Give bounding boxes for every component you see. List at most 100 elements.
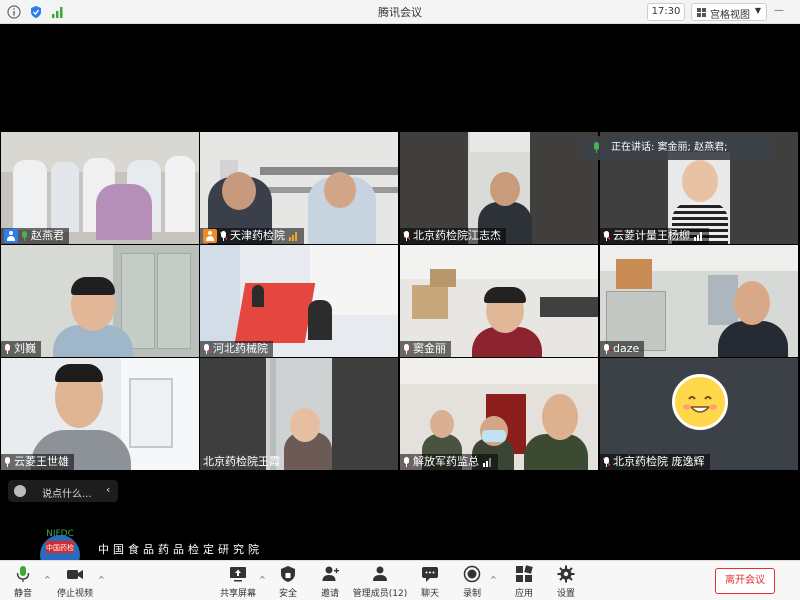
- stop-video-button[interactable]: 停止视频: [54, 561, 96, 600]
- share-screen-icon: [230, 567, 246, 582]
- logo-text: NIFDC: [46, 529, 74, 539]
- participant-name: 河北药械院: [213, 342, 268, 355]
- settings-label: 设置: [556, 589, 575, 599]
- participant-nameplate: 北京药检院 庞逸辉: [600, 454, 710, 470]
- participant-nameplate: 天津药检院: [200, 228, 304, 244]
- emoji-icon[interactable]: [14, 485, 26, 497]
- meeting-timer: 17:30: [647, 3, 685, 21]
- participant-name: 云菱计量王杨柳: [613, 229, 690, 242]
- microphone-muted-icon: [403, 344, 410, 354]
- video-tile[interactable]: 云菱王世雄: [1, 358, 199, 470]
- security-label: 安全: [278, 589, 297, 599]
- meeting-window: 腾讯会议 17:30 宫格视图 ▼ — 赵燕君 天津药检院 北京药检院江志杰 云…: [0, 0, 800, 600]
- participant-name: 北京药检院江志杰: [413, 229, 501, 242]
- participant-name: 刘巍: [14, 342, 36, 355]
- chevron-up-icon[interactable]: ^: [98, 575, 105, 584]
- chevron-up-icon[interactable]: ^: [259, 575, 266, 584]
- participant-name: 云菱王世雄: [14, 455, 69, 468]
- chat-bubble-icon: [422, 567, 438, 582]
- video-tile[interactable]: 刘巍: [1, 245, 199, 357]
- minimize-icon[interactable]: —: [774, 5, 784, 16]
- video-tile[interactable]: 解放军药监总: [400, 358, 598, 470]
- participant-nameplate: 云菱王世雄: [1, 454, 74, 470]
- apps-grid-icon: [516, 565, 533, 582]
- record-button[interactable]: 录制: [456, 561, 488, 600]
- microphone-muted-icon: [603, 231, 610, 241]
- chat-quick-input[interactable]: 说点什么... ‹: [8, 480, 118, 502]
- participant-nameplate: 窦金丽: [400, 341, 451, 357]
- host-icon: [4, 229, 18, 243]
- record-label: 录制: [462, 589, 481, 599]
- microphone-muted-icon: [203, 344, 210, 354]
- video-tile[interactable]: daze: [600, 245, 798, 357]
- shield-icon: [281, 566, 295, 582]
- microphone-muted-icon: [603, 457, 610, 467]
- mute-label: 静音: [13, 589, 32, 599]
- participant-nameplate: 赵燕君: [1, 228, 69, 244]
- cohost-icon: [203, 229, 217, 243]
- signal-strength-icon: [483, 457, 493, 467]
- meeting-toolbar: 静音 ^ 停止视频 ^ 共享屏幕 ^ 安全 邀请 管理成员(12) 聊天 录制 …: [0, 560, 800, 600]
- participant-name: 天津药检院: [230, 229, 285, 242]
- smiley-avatar-icon: [683, 396, 717, 413]
- apps-button[interactable]: 应用: [508, 561, 540, 600]
- participant-nameplate: 北京药检院王霞: [200, 454, 285, 470]
- view-label: 宫格视图: [710, 10, 750, 21]
- participant-name: 北京药检院王霞: [203, 455, 280, 468]
- chat-placeholder: 说点什么...: [42, 489, 92, 500]
- participant-name: 北京药检院 庞逸辉: [613, 455, 705, 468]
- chevron-left-icon[interactable]: ‹: [106, 483, 110, 496]
- speaking-text: 正在讲话: 窦金丽; 赵燕君;: [611, 142, 728, 153]
- active-speaker-banner: 正在讲话: 窦金丽; 赵燕君;: [581, 136, 772, 160]
- share-screen-button[interactable]: 共享屏幕: [218, 561, 258, 600]
- members-icon: [373, 566, 387, 581]
- participant-name: 赵燕君: [31, 229, 64, 242]
- signal-strength-icon: [694, 231, 704, 241]
- chevron-up-icon[interactable]: ^: [44, 575, 51, 584]
- shield-icon[interactable]: [29, 5, 43, 19]
- microphone-muted-icon: [220, 231, 227, 241]
- signal-strength-icon: [289, 231, 299, 241]
- manage-members-label: 管理成员(12): [352, 589, 408, 599]
- microphone-icon: [16, 566, 30, 582]
- info-icon[interactable]: [7, 5, 21, 19]
- video-camera-icon: [67, 570, 83, 579]
- microphone-muted-icon: [4, 344, 11, 354]
- microphone-muted-icon: [403, 457, 410, 467]
- video-tile[interactable]: 赵燕君: [1, 132, 199, 244]
- avatar: [672, 374, 728, 430]
- chevron-up-icon[interactable]: ^: [490, 575, 497, 584]
- microphone-icon: [594, 142, 599, 153]
- participant-name: daze: [613, 342, 640, 355]
- leave-meeting-button[interactable]: 离开会议: [715, 568, 775, 594]
- title-bar: 腾讯会议 17:30 宫格视图 ▼ —: [0, 0, 800, 24]
- video-tile[interactable]: 天津药检院: [200, 132, 398, 244]
- participant-nameplate: 河北药械院: [200, 341, 273, 357]
- manage-members-button[interactable]: 管理成员(12): [352, 561, 408, 600]
- microphone-muted-icon: [4, 457, 11, 467]
- participant-nameplate: 云菱计量王杨柳: [600, 228, 709, 244]
- mute-button[interactable]: 静音: [6, 561, 40, 600]
- participant-name: 解放军药监总: [413, 455, 479, 468]
- stop-video-label: 停止视频: [56, 589, 93, 599]
- grid-icon: [697, 8, 706, 17]
- record-icon: [463, 565, 481, 583]
- video-tile[interactable]: 北京药检院王霞: [200, 358, 398, 470]
- participant-name: 窦金丽: [413, 342, 446, 355]
- gear-icon: [557, 565, 575, 583]
- grid-view-button[interactable]: 宫格视图 ▼: [691, 3, 767, 21]
- chat-button[interactable]: 聊天: [414, 561, 446, 600]
- microphone-muted-icon: [603, 344, 610, 354]
- settings-button[interactable]: 设置: [550, 561, 582, 600]
- video-tile[interactable]: 河北药械院: [200, 245, 398, 357]
- security-button[interactable]: 安全: [272, 561, 304, 600]
- invite-button[interactable]: 邀请: [314, 561, 346, 600]
- organization-name: 中国食品药品检定研究院: [98, 543, 263, 556]
- chat-label: 聊天: [420, 589, 439, 599]
- invite-label: 邀请: [320, 589, 339, 599]
- video-tile[interactable]: 窦金丽: [400, 245, 598, 357]
- video-tile[interactable]: 北京药检院江志杰: [400, 132, 598, 244]
- microphone-icon: [21, 231, 28, 241]
- signal-icon[interactable]: [51, 5, 65, 19]
- participant-nameplate: daze: [600, 341, 645, 357]
